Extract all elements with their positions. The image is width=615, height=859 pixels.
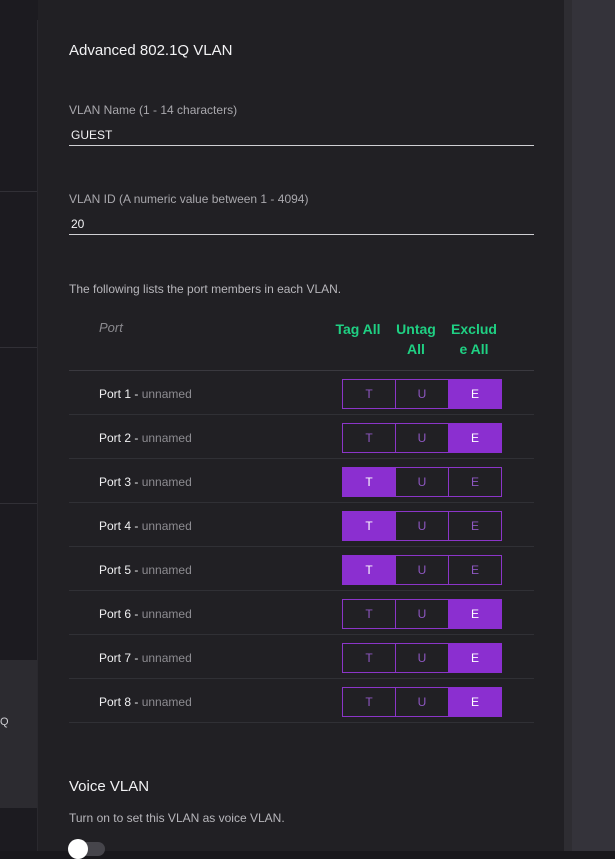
excluded-option-button[interactable]: E: [448, 423, 502, 453]
table-row: Port 7 - unnamed T U E: [69, 635, 534, 679]
port-number: Port 3 -: [99, 475, 139, 489]
port-column-header: Port: [99, 320, 123, 335]
table-row: Port 4 - unnamed T U E: [69, 503, 534, 547]
untag-all-button[interactable]: Untag All: [392, 319, 440, 359]
port-number: Port 1 -: [99, 387, 139, 401]
port-name: Port 2 - unnamed: [99, 431, 192, 445]
tagged-option-button[interactable]: T: [342, 379, 396, 409]
port-name: Port 1 - unnamed: [99, 387, 192, 401]
sidebar-divider: [0, 347, 37, 348]
vlan-name-label: VLAN Name (1 - 14 characters): [69, 103, 238, 117]
sidebar-item-label: Q: [0, 716, 9, 728]
port-name: Port 3 - unnamed: [99, 475, 192, 489]
tagged-option-button[interactable]: T: [342, 599, 396, 629]
tagged-option-button[interactable]: T: [342, 643, 396, 673]
untagged-option-button[interactable]: U: [395, 511, 449, 541]
untagged-option-button[interactable]: U: [395, 379, 449, 409]
membership-selector: TUE: [342, 687, 504, 717]
membership-selector: TUE: [342, 599, 504, 629]
exclude-all-button[interactable]: Exclud e All: [449, 319, 499, 359]
voice-vlan-toggle[interactable]: [68, 839, 105, 859]
membership-selector: TUE: [342, 423, 504, 453]
excluded-option-button[interactable]: E: [448, 467, 502, 497]
tagged-option-button[interactable]: T: [342, 555, 396, 585]
page-title: Advanced 802.1Q VLAN: [69, 42, 233, 59]
excluded-option-button[interactable]: E: [448, 555, 502, 585]
port-alias: unnamed: [141, 695, 192, 709]
table-row: Port 5 - unnamed T U E: [69, 547, 534, 591]
table-row: Port 2 - unnamed T U E: [69, 415, 534, 459]
port-name: Port 5 - unnamed: [99, 563, 192, 577]
membership-selector: TUE: [342, 379, 504, 409]
toggle-knob: [68, 839, 88, 859]
port-name: Port 7 - unnamed: [99, 651, 192, 665]
port-alias: unnamed: [141, 563, 192, 577]
port-alias: unnamed: [141, 607, 192, 621]
excluded-option-button[interactable]: E: [448, 379, 502, 409]
membership-selector: TUE: [342, 467, 504, 497]
port-number: Port 8 -: [99, 695, 139, 709]
table-row: Port 6 - unnamed T U E: [69, 591, 534, 635]
untagged-option-button[interactable]: U: [395, 423, 449, 453]
port-members-description: The following lists the port members in …: [69, 282, 342, 296]
sidebar: Q: [0, 20, 38, 851]
port-alias: unnamed: [141, 519, 192, 533]
sidebar-divider: [0, 503, 37, 504]
sidebar-item-selected[interactable]: Q: [0, 660, 37, 808]
port-number: Port 2 -: [99, 431, 139, 445]
port-number: Port 5 -: [99, 563, 139, 577]
tag-all-label: Tag All: [335, 321, 381, 337]
port-alias: unnamed: [141, 387, 192, 401]
membership-selector: TUE: [342, 643, 504, 673]
table-row: Port 3 - unnamed T U E: [69, 459, 534, 503]
excluded-option-button[interactable]: E: [448, 599, 502, 629]
port-alias: unnamed: [141, 475, 192, 489]
port-name: Port 8 - unnamed: [99, 695, 192, 709]
untag-all-label-line1: Untag: [396, 321, 436, 337]
port-number: Port 7 -: [99, 651, 139, 665]
port-name: Port 6 - unnamed: [99, 607, 192, 621]
voice-vlan-description: Turn on to set this VLAN as voice VLAN.: [69, 811, 285, 825]
table-header: Port Tag All Untag All Exclud e All: [69, 310, 534, 371]
untagged-option-button[interactable]: U: [395, 555, 449, 585]
port-members-table: Port Tag All Untag All Exclud e All Port…: [69, 310, 534, 723]
vlan-id-input[interactable]: [69, 213, 534, 235]
port-number: Port 4 -: [99, 519, 139, 533]
vlan-settings-panel: Advanced 802.1Q VLAN VLAN Name (1 - 14 c…: [38, 0, 564, 859]
tagged-option-button[interactable]: T: [342, 511, 396, 541]
exclude-all-label-line1: Exclud: [451, 321, 497, 337]
scroll-track: [572, 0, 615, 851]
exclude-all-label-line2: e All: [459, 341, 489, 357]
excluded-option-button[interactable]: E: [448, 687, 502, 717]
tagged-option-button[interactable]: T: [342, 687, 396, 717]
table-row: Port 1 - unnamed T U E: [69, 371, 534, 415]
membership-selector: TUE: [342, 555, 504, 585]
table-row: Port 8 - unnamed T U E: [69, 679, 534, 723]
untagged-option-button[interactable]: U: [395, 643, 449, 673]
port-name: Port 4 - unnamed: [99, 519, 192, 533]
untagged-option-button[interactable]: U: [395, 687, 449, 717]
voice-vlan-title: Voice VLAN: [69, 778, 150, 795]
port-alias: unnamed: [141, 431, 192, 445]
tag-all-button[interactable]: Tag All: [335, 319, 381, 339]
untag-all-label-line2: All: [407, 341, 425, 357]
table-body: Port 1 - unnamed T U E Port 2 - unnamed T U E Po…: [69, 371, 534, 723]
scroll-gutter: [564, 0, 615, 851]
port-number: Port 6 -: [99, 607, 139, 621]
membership-selector: TUE: [342, 511, 504, 541]
excluded-option-button[interactable]: E: [448, 643, 502, 673]
untagged-option-button[interactable]: U: [395, 599, 449, 629]
untagged-option-button[interactable]: U: [395, 467, 449, 497]
sidebar-divider: [0, 191, 37, 192]
vlan-id-label: VLAN ID (A numeric value between 1 - 409…: [69, 192, 309, 206]
port-alias: unnamed: [141, 651, 192, 665]
excluded-option-button[interactable]: E: [448, 511, 502, 541]
tagged-option-button[interactable]: T: [342, 467, 396, 497]
tagged-option-button[interactable]: T: [342, 423, 396, 453]
vlan-name-input[interactable]: [69, 124, 534, 146]
